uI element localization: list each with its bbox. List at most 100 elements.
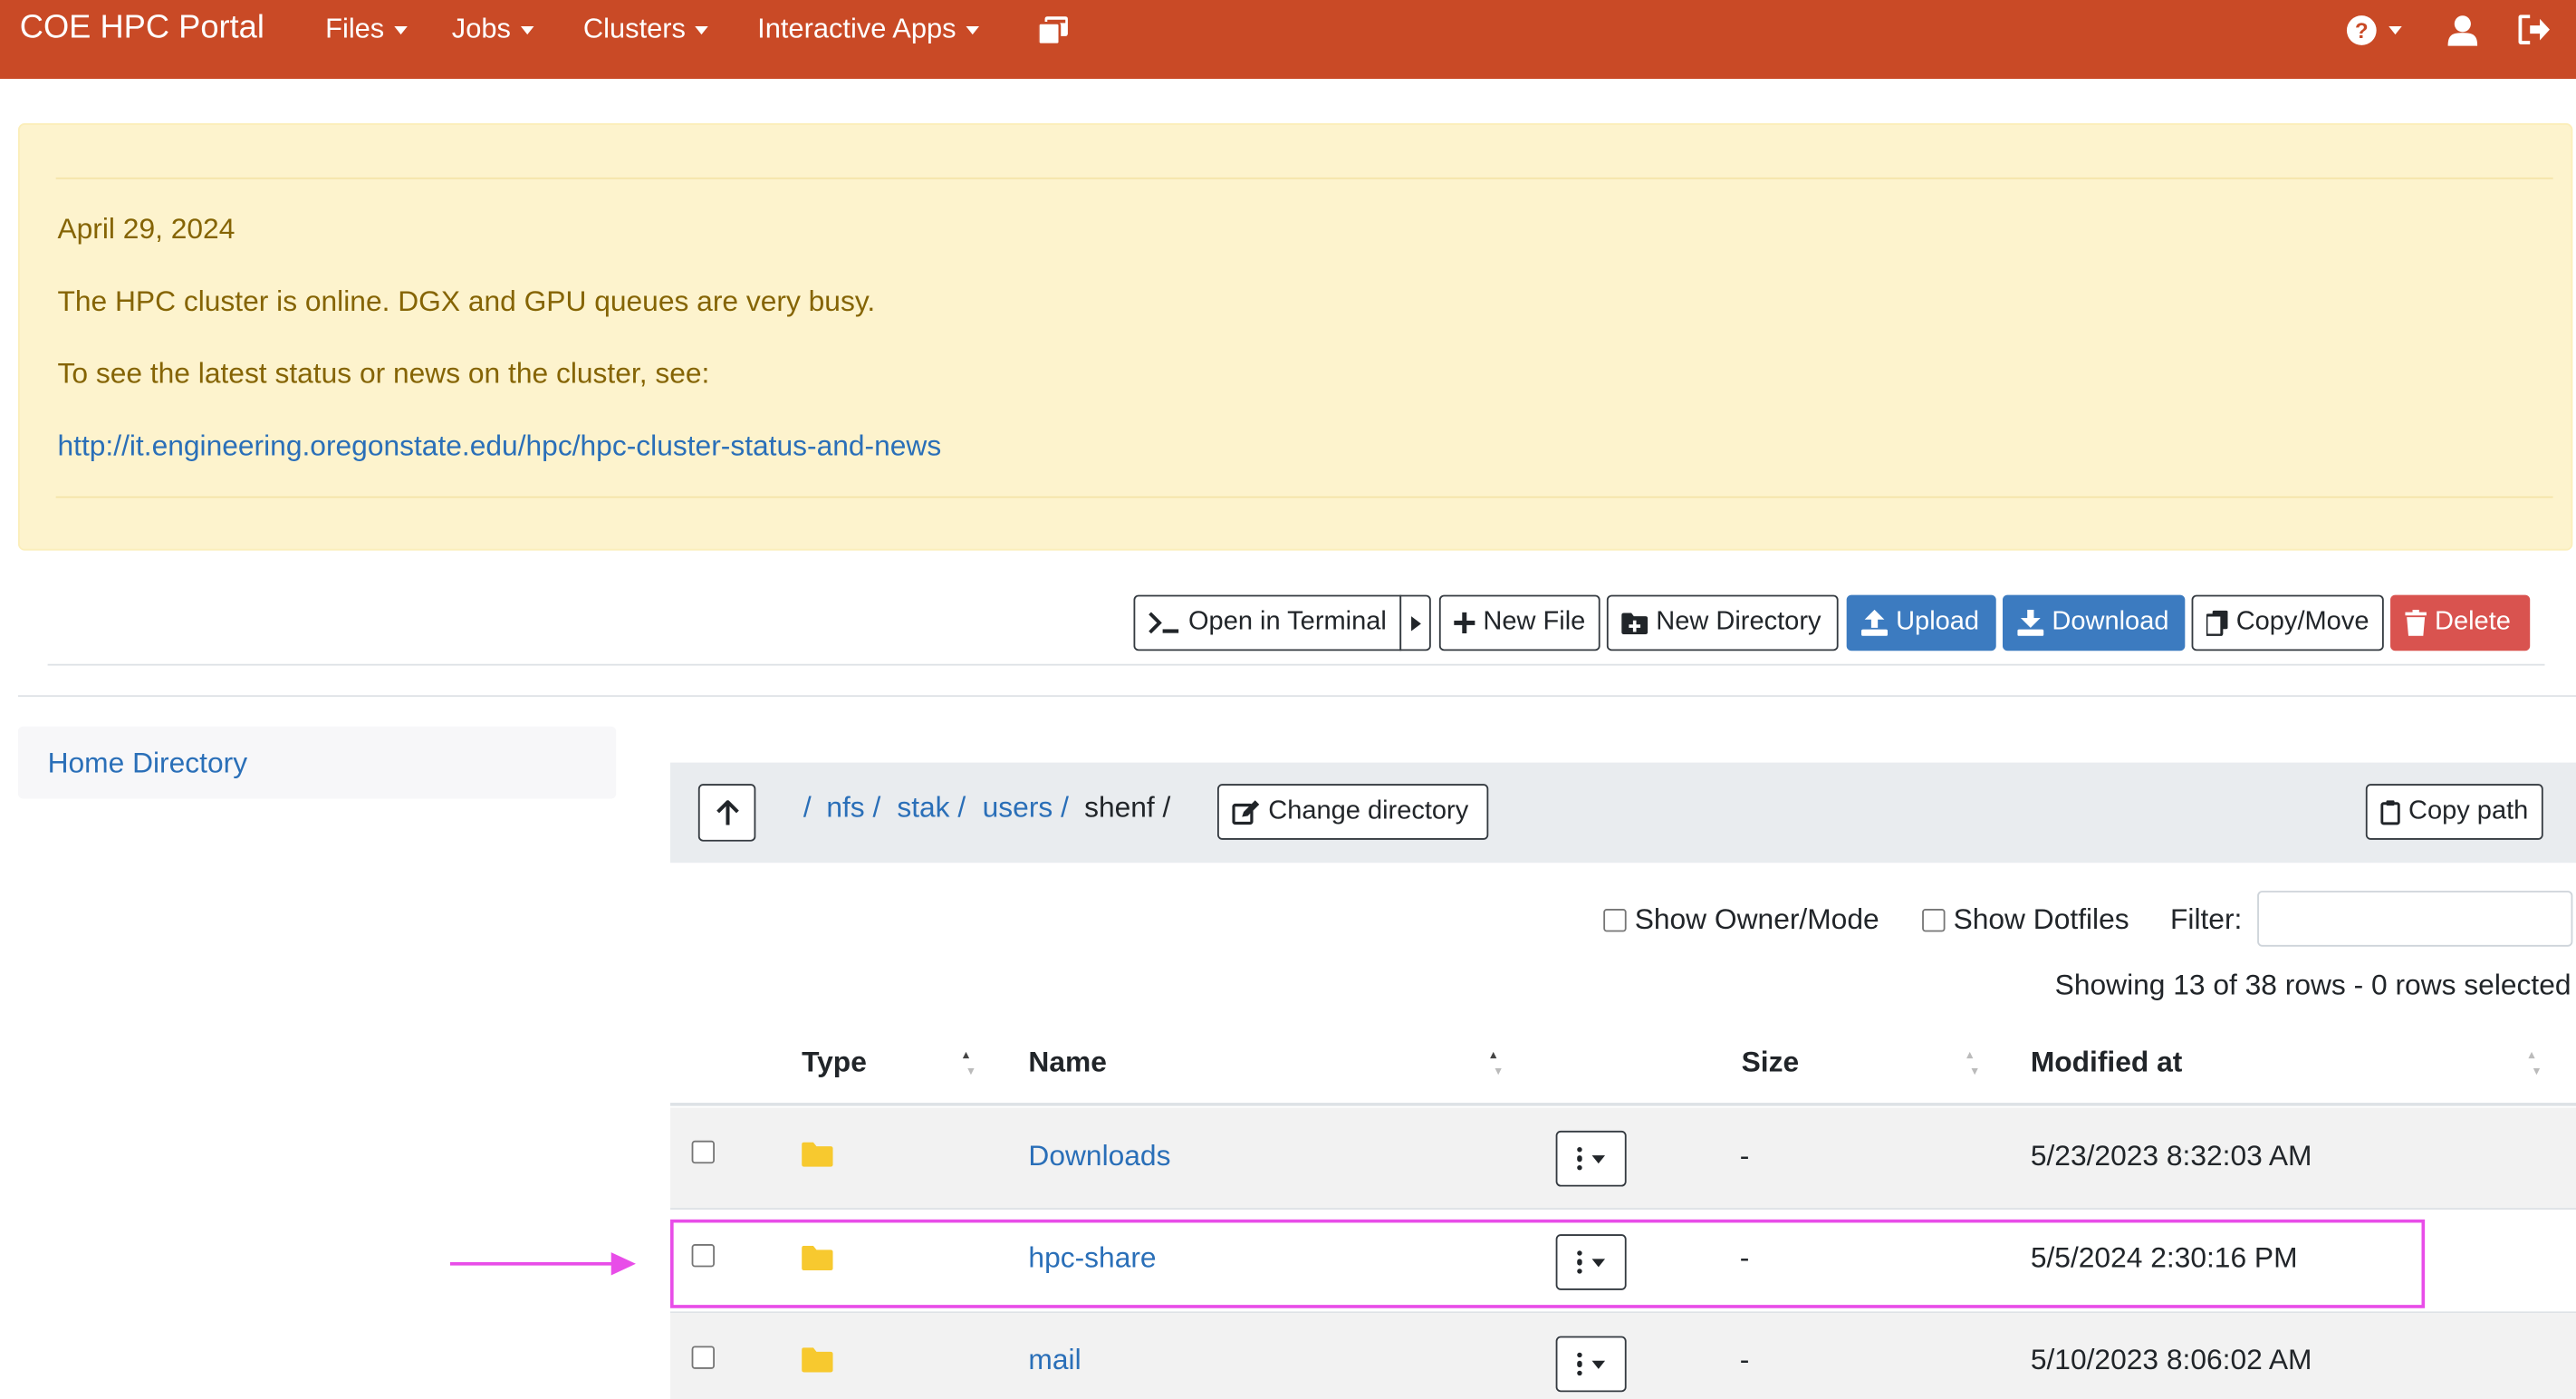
delete-label: Delete <box>2435 608 2511 636</box>
change-directory-label: Change directory <box>1268 796 1469 825</box>
new-file-label: New File <box>1483 608 1586 636</box>
table-header <box>670 1019 2576 1106</box>
row-actions-button[interactable] <box>1555 1336 1627 1393</box>
folder-icon <box>802 1245 833 1271</box>
jobs-menu[interactable]: Jobs <box>452 14 534 46</box>
edit-icon <box>1232 799 1260 825</box>
interactive-apps-menu[interactable]: Interactive Apps <box>757 14 979 46</box>
top-navbar: COE HPC Portal Files Jobs Clusters Inter… <box>0 0 2576 80</box>
announcement-line1: The HPC cluster is online. DGX and GPU q… <box>57 284 876 318</box>
jobs-menu-label: Jobs <box>451 13 511 44</box>
annotation-arrow-icon <box>449 1252 636 1276</box>
row-actions-button[interactable] <box>1555 1234 1627 1290</box>
trash-icon <box>2405 609 2427 636</box>
sort-icon <box>962 1051 975 1076</box>
download-icon <box>2017 609 2044 636</box>
chevron-down-icon <box>2389 26 2402 35</box>
divider <box>17 695 2576 698</box>
status-news-link[interactable]: http://it.engineering.oregonstate.edu/hp… <box>57 429 941 461</box>
folder-icon <box>802 1142 833 1167</box>
clusters-menu-label: Clusters <box>582 13 686 44</box>
row-select-checkbox[interactable] <box>691 1140 715 1164</box>
change-directory-button[interactable]: Change directory <box>1217 784 1489 840</box>
windows-icon[interactable] <box>1038 16 1068 44</box>
modified-at-column-header[interactable]: Modified at <box>2031 1046 2183 1080</box>
copy-move-button[interactable]: Copy/Move <box>2191 594 2384 651</box>
brand-link[interactable]: COE HPC Portal <box>20 10 264 48</box>
sort-icon <box>2528 1051 2541 1076</box>
user-icon[interactable] <box>2447 14 2478 46</box>
plus-icon <box>1454 612 1475 633</box>
show-owner-mode-label: Show Owner/Mode <box>1634 902 1879 936</box>
size-column-header[interactable]: Size <box>1742 1046 1800 1080</box>
download-button[interactable]: Download <box>2002 594 2186 651</box>
divider <box>47 663 2545 666</box>
chevron-down-icon <box>1592 1258 1606 1267</box>
clusters-menu[interactable]: Clusters <box>582 13 709 46</box>
show-dotfiles-toggle[interactable]: Show Dotfiles <box>1922 902 2129 937</box>
show-owner-mode-checkbox[interactable] <box>1603 908 1627 931</box>
table-row[interactable]: mail - 5/10/2023 8:06:02 AM <box>670 1313 2576 1399</box>
filter-label: Filter: <box>2169 902 2243 936</box>
file-name-link[interactable]: mail <box>1028 1343 1081 1377</box>
announcement-date: April 29, 2024 <box>57 211 235 246</box>
sidebar-item-home-directory[interactable]: Home Directory <box>17 726 617 799</box>
breadcrumb-stak[interactable]: stak / <box>897 790 966 825</box>
chevron-down-icon <box>695 25 709 34</box>
open-in-terminal-label: Open in Terminal <box>1187 608 1387 636</box>
row-select-checkbox[interactable] <box>691 1244 715 1268</box>
show-dotfiles-checkbox[interactable] <box>1922 908 1946 931</box>
breadcrumb-current: shenf / <box>1084 790 1171 824</box>
terminal-options-toggle[interactable] <box>1399 594 1431 651</box>
more-vertical-icon <box>1576 1249 1583 1275</box>
interactive-apps-menu-label: Interactive Apps <box>757 13 956 44</box>
name-column-header[interactable]: Name <box>1028 1046 1106 1080</box>
show-owner-mode-toggle[interactable]: Show Owner/Mode <box>1603 902 1879 937</box>
file-modified: 5/10/2023 8:06:02 AM <box>2030 1342 2312 1376</box>
file-modified: 5/23/2023 8:32:03 AM <box>2030 1138 2312 1172</box>
open-in-terminal-button[interactable]: Open in Terminal <box>1133 594 1402 651</box>
copy-path-button[interactable]: Copy path <box>2365 784 2543 840</box>
files-menu[interactable]: Files <box>325 14 408 46</box>
type-column-header[interactable]: Type <box>802 1046 867 1080</box>
delete-button[interactable]: Delete <box>2390 594 2531 651</box>
divider <box>55 177 2553 179</box>
breadcrumb-nfs[interactable]: nfs / <box>826 790 880 825</box>
file-size: - <box>1739 1138 1750 1172</box>
upload-label: Upload <box>1896 608 1980 636</box>
file-name-link[interactable]: Downloads <box>1028 1139 1170 1173</box>
copy-icon <box>2206 610 2228 636</box>
table-status: Showing 13 of 38 rows - 0 rows selected <box>2054 968 2571 1001</box>
announcement-alert: April 29, 2024 The HPC cluster is online… <box>17 123 2573 551</box>
announcement-line2: To see the latest status or news on the … <box>57 356 710 390</box>
copy-move-label: Copy/Move <box>2235 608 2369 636</box>
breadcrumb-root[interactable]: / <box>803 790 812 825</box>
parent-directory-button[interactable] <box>697 784 756 842</box>
upload-button[interactable]: Upload <box>1846 594 1996 651</box>
table-row[interactable]: hpc-share - 5/5/2024 2:30:16 PM <box>670 1211 2576 1314</box>
svg-text:?: ? <box>2355 19 2369 43</box>
chevron-down-icon <box>966 25 979 34</box>
new-file-button[interactable]: New File <box>1438 594 1600 651</box>
sidebar-item-label: Home Directory <box>47 746 248 779</box>
copy-path-label: Copy path <box>2408 796 2529 825</box>
new-directory-button[interactable]: New Directory <box>1606 594 1839 651</box>
file-size: - <box>1739 1342 1750 1376</box>
upload-icon <box>1861 609 1889 636</box>
download-label: Download <box>2052 608 2169 636</box>
file-name-link[interactable]: hpc-share <box>1028 1240 1156 1275</box>
chevron-down-icon <box>394 25 408 34</box>
filter-input[interactable] <box>2257 891 2573 947</box>
help-icon: ? <box>2346 15 2377 45</box>
help-menu[interactable]: ? <box>2346 14 2402 45</box>
table-row[interactable]: Downloads - 5/23/2023 8:32:03 AM <box>670 1107 2576 1210</box>
breadcrumb-users[interactable]: users / <box>983 790 1069 825</box>
row-select-checkbox[interactable] <box>691 1346 715 1369</box>
show-dotfiles-label: Show Dotfiles <box>1953 902 2129 936</box>
breadcrumb-bar: / nfs / stak / users / shenf / Change di… <box>670 762 2576 864</box>
divider <box>55 496 2553 498</box>
more-vertical-icon <box>1576 1352 1583 1376</box>
row-actions-button[interactable] <box>1555 1130 1627 1187</box>
arrow-up-icon <box>716 799 738 825</box>
logout-icon[interactable] <box>2518 14 2552 44</box>
